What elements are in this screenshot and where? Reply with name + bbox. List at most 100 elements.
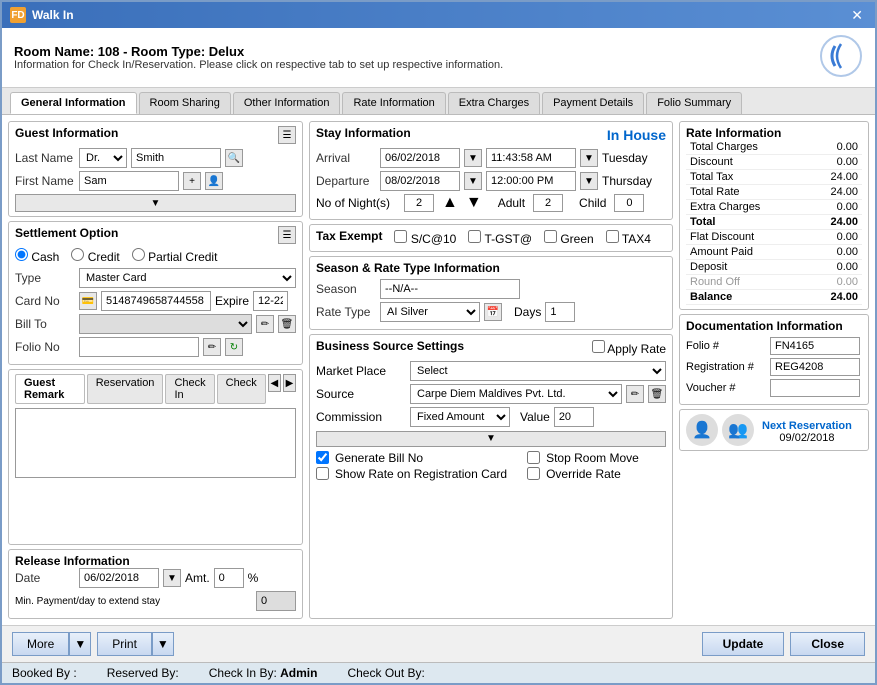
source-delete-btn[interactable]: 🗑: [648, 385, 666, 403]
last-name-search-btn[interactable]: 🔍: [225, 149, 243, 167]
days-input[interactable]: [545, 302, 575, 322]
sc10-checkbox[interactable]: [394, 230, 407, 243]
more-dropdown-btn[interactable]: ▼: [69, 632, 91, 656]
bill-delete-btn[interactable]: 🗑: [278, 315, 296, 333]
more-button[interactable]: More: [12, 632, 69, 656]
tgst-label[interactable]: T-GST@: [468, 230, 532, 246]
tab-folio-summary[interactable]: Folio Summary: [646, 92, 742, 114]
partial-credit-radio-label[interactable]: Partial Credit: [132, 248, 218, 264]
green-label[interactable]: Green: [544, 230, 594, 246]
partial-credit-radio[interactable]: [132, 248, 145, 261]
rate-type-select[interactable]: AI Silver: [380, 302, 480, 322]
settlement-icon-btn[interactable]: ☰: [278, 226, 296, 244]
print-dropdown-btn[interactable]: ▼: [152, 632, 174, 656]
tab-payment-details[interactable]: Payment Details: [542, 92, 644, 114]
print-button[interactable]: Print: [97, 632, 152, 656]
release-amt-input[interactable]: [214, 568, 244, 588]
inner-tab-guest-remark[interactable]: Guest Remark: [15, 374, 85, 404]
table-row: Extra Charges0.00: [686, 200, 862, 215]
departure-label: Departure: [316, 174, 376, 188]
value-input[interactable]: [554, 407, 594, 427]
folio-input[interactable]: [770, 337, 860, 355]
sc10-label[interactable]: S/C@10: [394, 230, 456, 246]
card-no-input[interactable]: [101, 291, 211, 311]
last-name-input[interactable]: [131, 148, 221, 168]
tax4-label[interactable]: TAX4: [606, 230, 651, 246]
inner-tab-check-in[interactable]: Check In: [165, 374, 214, 404]
nights-up-btn[interactable]: ▲: [442, 194, 458, 212]
tab-rate-information[interactable]: Rate Information: [342, 92, 445, 114]
card-icon-btn[interactable]: 💳: [79, 292, 97, 310]
market-place-select[interactable]: Select: [410, 361, 666, 381]
inner-tab-check[interactable]: Check: [217, 374, 266, 404]
folio-edit-btn[interactable]: ✏: [203, 338, 221, 356]
credit-radio-label[interactable]: Credit: [71, 248, 119, 264]
prefix-select[interactable]: Dr.Mr.Mrs.Ms.: [79, 148, 127, 168]
min-payment-input[interactable]: [256, 591, 296, 611]
expire-input[interactable]: [253, 291, 288, 311]
guest-remark-textarea[interactable]: [15, 408, 296, 478]
source-select[interactable]: Carpe Diem Maldives Pvt. Ltd.: [410, 384, 622, 404]
inner-tab-prev-btn[interactable]: ◀: [268, 374, 281, 392]
arrival-date-input[interactable]: [380, 148, 460, 168]
commission-select[interactable]: Fixed Amount: [410, 407, 510, 427]
stop-room-move-checkbox[interactable]: [527, 451, 540, 464]
tab-other-information[interactable]: Other Information: [233, 92, 341, 114]
folio-refresh-btn[interactable]: ↻: [225, 338, 243, 356]
arrival-time-input[interactable]: [486, 148, 576, 168]
departure-date-btn[interactable]: ▼: [464, 172, 482, 190]
inner-tab-next-btn[interactable]: ▶: [283, 374, 296, 392]
arrival-date-btn[interactable]: ▼: [464, 149, 482, 167]
tax4-checkbox[interactable]: [606, 230, 619, 243]
season-row: Season: [316, 279, 666, 299]
tab-room-sharing[interactable]: Room Sharing: [139, 92, 231, 114]
folio-no-input[interactable]: [79, 337, 199, 357]
rate-type-calendar-btn[interactable]: 📅: [484, 303, 502, 321]
override-rate-checkbox[interactable]: [527, 467, 540, 480]
tab-general-information[interactable]: General Information: [10, 92, 137, 114]
folio-row: Folio #: [686, 337, 862, 355]
season-label: Season: [316, 282, 376, 296]
adult-input[interactable]: [533, 194, 563, 212]
nights-input[interactable]: [404, 194, 434, 212]
tab-extra-charges[interactable]: Extra Charges: [448, 92, 540, 114]
apply-rate-checkbox[interactable]: [592, 340, 605, 353]
cash-radio-label[interactable]: Cash: [15, 248, 59, 264]
extra-charges-label: Extra Charges: [686, 200, 807, 215]
guest-info-icon-btn[interactable]: ☰: [278, 126, 296, 144]
source-edit-btn[interactable]: ✏: [626, 385, 644, 403]
departure-time-btn[interactable]: ▼: [580, 172, 598, 190]
tgst-checkbox[interactable]: [468, 230, 481, 243]
show-rate-checkbox[interactable]: [316, 467, 329, 480]
check-out-by: Check Out By:: [347, 666, 424, 680]
expand-business-btn[interactable]: ▼: [316, 431, 666, 447]
bill-to-select[interactable]: [79, 314, 252, 334]
generate-bill-checkbox[interactable]: [316, 451, 329, 464]
bill-edit-btn[interactable]: ✏: [256, 315, 274, 333]
apply-rate-label[interactable]: Apply Rate: [592, 340, 666, 356]
release-date-input[interactable]: [79, 568, 159, 588]
credit-radio[interactable]: [71, 248, 84, 261]
cash-radio[interactable]: [15, 248, 28, 261]
departure-time-input[interactable]: [486, 171, 576, 191]
inner-tab-reservation[interactable]: Reservation: [87, 374, 164, 404]
first-name-add-btn[interactable]: +: [183, 172, 201, 190]
update-button[interactable]: Update: [702, 632, 785, 656]
season-input[interactable]: [380, 279, 520, 299]
departure-date-input[interactable]: [380, 171, 460, 191]
total-charges-label: Total Charges: [686, 140, 807, 155]
child-input[interactable]: [614, 194, 644, 212]
first-name-edit-btn[interactable]: 👤: [205, 172, 223, 190]
type-select[interactable]: Master CardVisaCash: [79, 268, 296, 288]
release-date-dropdown-btn[interactable]: ▼: [163, 569, 181, 587]
total-value: 24.00: [807, 215, 862, 230]
arrival-time-btn[interactable]: ▼: [580, 149, 598, 167]
close-window-button[interactable]: ✕: [847, 7, 867, 24]
reg-input[interactable]: [770, 358, 860, 376]
expand-guest-btn[interactable]: ▼: [15, 194, 296, 212]
green-checkbox[interactable]: [544, 230, 557, 243]
first-name-input[interactable]: [79, 171, 179, 191]
nights-down-btn[interactable]: ▼: [466, 194, 482, 212]
close-button[interactable]: Close: [790, 632, 865, 656]
voucher-input[interactable]: [770, 379, 860, 397]
